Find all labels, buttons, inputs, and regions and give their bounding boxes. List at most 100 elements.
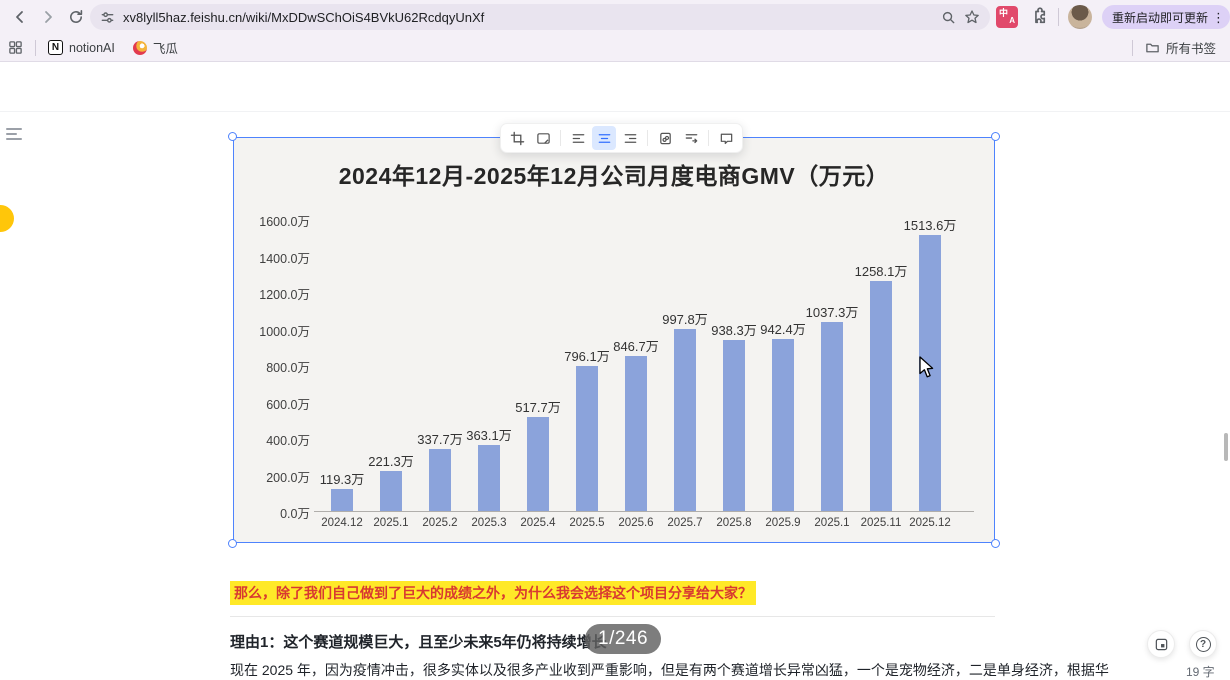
selection-handle-bl[interactable] bbox=[228, 539, 237, 548]
y-axis-tick: 1600.0万 bbox=[259, 215, 310, 229]
reason-heading: 理由1：这个赛道规模巨大，且至少未来5年仍将持续增长 bbox=[230, 634, 607, 651]
help-fab[interactable]: ? bbox=[1189, 630, 1217, 658]
bookmarks-divider-right bbox=[1131, 39, 1133, 56]
extensions-puzzle-icon[interactable] bbox=[1030, 7, 1049, 26]
align-center-icon[interactable] bbox=[592, 126, 616, 150]
y-axis-tick: 200.0万 bbox=[266, 470, 310, 485]
x-axis-tick: 2025.1 bbox=[373, 517, 409, 529]
highlighted-question: 那么，除了我们自己做到了巨大的成绩之外，为什么我会选择这个项目分享给大家？ bbox=[230, 581, 756, 605]
bar-value-label: 517.7万 bbox=[515, 399, 561, 415]
y-axis-tick: 1200.0万 bbox=[259, 288, 310, 302]
bar-value-label: 1037.3万 bbox=[805, 304, 859, 320]
bar-value-label: 1258.1万 bbox=[854, 264, 908, 280]
chart-bar bbox=[870, 281, 892, 511]
bar-value-label: 846.7万 bbox=[613, 339, 659, 355]
chart-bar bbox=[821, 321, 843, 511]
bookmark-star-icon[interactable] bbox=[964, 9, 980, 25]
x-axis-tick: 2025.1 bbox=[814, 517, 850, 529]
body-paragraph: 现在 2025 年，因为疫情冲击，很多实体以及很多产业收到严重影响，但是有两个赛… bbox=[230, 662, 1109, 678]
x-axis-tick: 2025.12 bbox=[909, 517, 951, 529]
x-axis-tick: 2025.3 bbox=[471, 517, 507, 529]
site-privacy-icon[interactable] bbox=[100, 10, 115, 25]
bar-value-label: 119.3万 bbox=[319, 472, 365, 488]
apps-grid-icon[interactable] bbox=[8, 40, 23, 55]
image-toolbar bbox=[500, 123, 743, 153]
back-icon[interactable] bbox=[8, 5, 32, 29]
feishu-header: 湖南向前一步企业管理有限公司 › 龙渊 › 2026千亿商机分享会 外部 已经保… bbox=[0, 62, 1230, 174]
y-axis-tick: 800.0万 bbox=[266, 361, 310, 375]
crop-icon[interactable] bbox=[505, 126, 529, 150]
chart-bar bbox=[331, 489, 353, 511]
chart-bar bbox=[478, 444, 500, 511]
folder-icon bbox=[1145, 40, 1160, 55]
x-axis-tick: 2025.8 bbox=[716, 517, 752, 529]
browser-update-button[interactable]: 重新启动即可更新 ⋮ bbox=[1102, 5, 1230, 29]
x-axis-tick: 2025.5 bbox=[569, 517, 605, 529]
bookmark-notionai[interactable]: N notionAI bbox=[48, 40, 115, 55]
chart-bar bbox=[429, 449, 451, 511]
selection-handle-tr[interactable] bbox=[991, 132, 1000, 141]
outline-toggle-icon[interactable] bbox=[6, 128, 26, 146]
copy-link-icon[interactable] bbox=[653, 126, 677, 150]
bookmarks-bar: N notionAI 飞瓜 所有书签 bbox=[0, 34, 1230, 62]
divider-line bbox=[230, 616, 995, 617]
x-axis-tick: 2025.11 bbox=[860, 517, 902, 529]
selection-handle-tl[interactable] bbox=[228, 132, 237, 141]
feigua-icon bbox=[132, 40, 147, 55]
browser-menu-icon[interactable]: ⋮ bbox=[1212, 11, 1225, 24]
bar-value-label: 1513.6万 bbox=[903, 217, 957, 233]
scrollbar-thumb[interactable] bbox=[1224, 433, 1228, 461]
toolbar-separator bbox=[560, 130, 561, 146]
url-text[interactable]: xv8lyll5haz.feishu.cn/wiki/MxDDwSChOiS4B… bbox=[123, 10, 933, 25]
bookmarks-divider bbox=[35, 39, 36, 56]
toolbar-divider bbox=[1058, 8, 1059, 26]
page-indicator: 1/246 bbox=[585, 624, 662, 654]
annotation-fab[interactable] bbox=[1147, 630, 1175, 658]
browser-profile-avatar[interactable] bbox=[1068, 5, 1092, 29]
word-count: 19 字 bbox=[1186, 665, 1215, 679]
x-axis-tick: 2025.4 bbox=[520, 517, 556, 529]
forward-icon[interactable] bbox=[36, 5, 60, 29]
bar-value-label: 942.4万 bbox=[760, 322, 806, 337]
translate-extension-icon[interactable]: 中 A bbox=[996, 6, 1018, 28]
insert-after-icon[interactable] bbox=[679, 126, 703, 150]
chart-bar bbox=[772, 339, 794, 511]
x-axis-tick: 2025.9 bbox=[765, 517, 801, 529]
url-bar[interactable]: xv8lyll5haz.feishu.cn/wiki/MxDDwSChOiS4B… bbox=[90, 4, 990, 30]
toolbar-separator bbox=[647, 130, 648, 146]
mouse-cursor bbox=[919, 356, 934, 378]
bar-value-label: 363.1万 bbox=[466, 427, 512, 443]
chart-bar bbox=[723, 339, 745, 511]
help-icon: ? bbox=[1195, 636, 1211, 652]
all-bookmarks-button[interactable]: 所有书签 bbox=[1145, 38, 1216, 57]
chart-bar bbox=[625, 356, 647, 511]
y-axis-tick: 1400.0万 bbox=[259, 251, 310, 266]
chart-bar bbox=[527, 416, 549, 511]
align-left-icon[interactable] bbox=[566, 126, 590, 150]
browser-toolbar: xv8lyll5haz.feishu.cn/wiki/MxDDwSChOiS4B… bbox=[0, 0, 1230, 34]
x-axis-tick: 2024.12 bbox=[321, 517, 363, 529]
bookmark-feigua[interactable]: 飞瓜 bbox=[132, 38, 178, 57]
refresh-icon[interactable] bbox=[64, 5, 88, 29]
chart-image[interactable]: 2024年12月-2025年12月公司月度电商GMV（万元） 0.0万 200.0… bbox=[228, 132, 1000, 548]
chart-bar bbox=[674, 328, 696, 511]
y-axis-tick: 1000.0万 bbox=[259, 324, 310, 339]
zoom-icon[interactable] bbox=[941, 10, 956, 25]
floating-widget-bubble[interactable] bbox=[0, 205, 14, 232]
chart-bar bbox=[380, 470, 402, 511]
document-area: 2024年12月-2025年12月公司月度电商GMV（万元） 0.0万 200.0… bbox=[0, 112, 1230, 680]
bar-value-label: 221.3万 bbox=[368, 453, 414, 469]
chart-plot: 0.0万 200.0万 400.0万 600.0万 800.0万 1000.0万 1200.… bbox=[234, 138, 994, 542]
x-axis-tick: 2025.2 bbox=[422, 517, 458, 529]
comment-icon[interactable] bbox=[714, 126, 738, 150]
chart-bar bbox=[576, 365, 598, 511]
selection-handle-br[interactable] bbox=[991, 539, 1000, 548]
x-axis-line bbox=[314, 511, 974, 512]
y-axis-tick: 0.0万 bbox=[280, 507, 310, 521]
x-axis-tick: 2025.6 bbox=[618, 517, 654, 529]
caption-edit-icon[interactable] bbox=[531, 126, 555, 150]
toolbar-separator bbox=[708, 130, 709, 146]
y-axis-tick: 600.0万 bbox=[266, 397, 310, 412]
align-right-icon[interactable] bbox=[618, 126, 642, 150]
x-axis-tick: 2025.7 bbox=[667, 517, 703, 529]
